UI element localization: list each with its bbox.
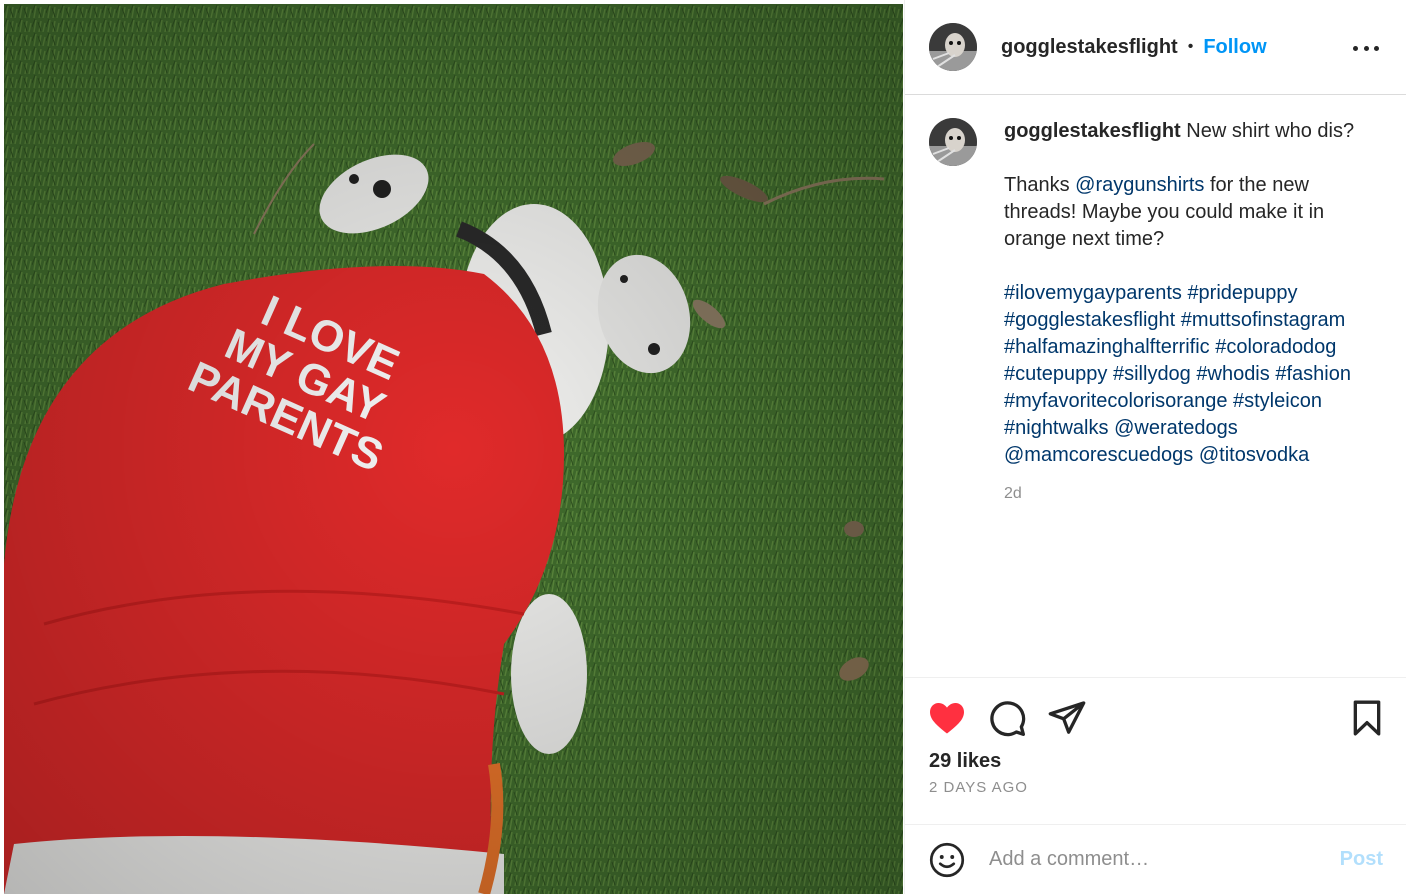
bookmark-icon[interactable] [1347, 698, 1387, 738]
caption-line-1: New shirt who dis? [1186, 120, 1355, 142]
caption-avatar-image [929, 118, 977, 166]
heart-filled-icon[interactable] [927, 698, 967, 738]
add-comment-section: Post [905, 824, 1406, 894]
caption-timestamp[interactable]: 2d [1004, 480, 1364, 507]
caption-username[interactable]: gogglestakesflight [1004, 120, 1181, 142]
mention-link[interactable]: @raygunshirts [1075, 174, 1204, 196]
likes-count[interactable]: 29 likes [929, 750, 1001, 773]
hashtag-link[interactable]: #muttsofinstagram [1181, 309, 1346, 331]
avatar-image [929, 23, 977, 71]
follow-button[interactable]: Follow [1203, 36, 1266, 59]
hashtag-link[interactable]: @mamcorescuedogs [1004, 444, 1193, 466]
hashtag-link[interactable]: #cutepuppy [1004, 363, 1107, 385]
hashtag-link[interactable]: #sillydog [1113, 363, 1191, 385]
share-icon[interactable] [1047, 698, 1087, 738]
caption-avatar[interactable] [929, 118, 977, 166]
hashtag-link[interactable]: #myfavoritecolorisorange [1004, 390, 1227, 412]
post-side-panel: gogglestakesflight • Follow gogglestakes… [904, 0, 1406, 894]
hashtag-link[interactable]: #ilovemygayparents [1004, 282, 1182, 304]
header-username[interactable]: gogglestakesflight [1001, 36, 1178, 59]
more-options-icon[interactable] [1353, 36, 1379, 60]
dog-photo-illustration: I LOVE MY GAY PARENTS [4, 4, 903, 894]
hashtag-link[interactable]: #styleicon [1233, 390, 1322, 412]
hashtag-link[interactable]: @titosvodka [1199, 444, 1309, 466]
hashtag-link[interactable]: #pridepuppy [1187, 282, 1297, 304]
post-photo[interactable]: I LOVE MY GAY PARENTS [4, 4, 903, 894]
comment-icon[interactable] [987, 698, 1027, 738]
caption-thanks-prefix: Thanks [1004, 174, 1076, 196]
hashtag-link[interactable]: #nightwalks [1004, 417, 1109, 439]
post-header: gogglestakesflight • Follow [905, 0, 1406, 95]
hashtag-link[interactable]: #gogglestakesflight [1004, 309, 1175, 331]
caption-text: gogglestakesflight New shirt who dis? Th… [1004, 118, 1364, 507]
actions-section: 29 likes 2 DAYS AGO [905, 677, 1406, 825]
hashtag-link[interactable]: #whodis [1196, 363, 1269, 385]
caption-section: gogglestakesflight New shirt who dis? Th… [905, 96, 1406, 678]
emoji-icon[interactable] [929, 842, 965, 878]
hashtag-link[interactable]: #halfamazinghalfterrific [1004, 336, 1210, 358]
avatar[interactable] [929, 23, 977, 71]
separator-dot: • [1187, 38, 1194, 55]
hashtag-link[interactable]: @weratedogs [1114, 417, 1238, 439]
post-date[interactable]: 2 DAYS AGO [929, 779, 1028, 796]
comment-input[interactable] [989, 848, 1319, 871]
hashtag-list: #ilovemygayparents #pridepuppy #gogglest… [1004, 280, 1364, 469]
post-button[interactable]: Post [1340, 848, 1383, 871]
hashtag-link[interactable]: #fashion [1275, 363, 1351, 385]
hashtag-link[interactable]: #coloradodog [1215, 336, 1336, 358]
